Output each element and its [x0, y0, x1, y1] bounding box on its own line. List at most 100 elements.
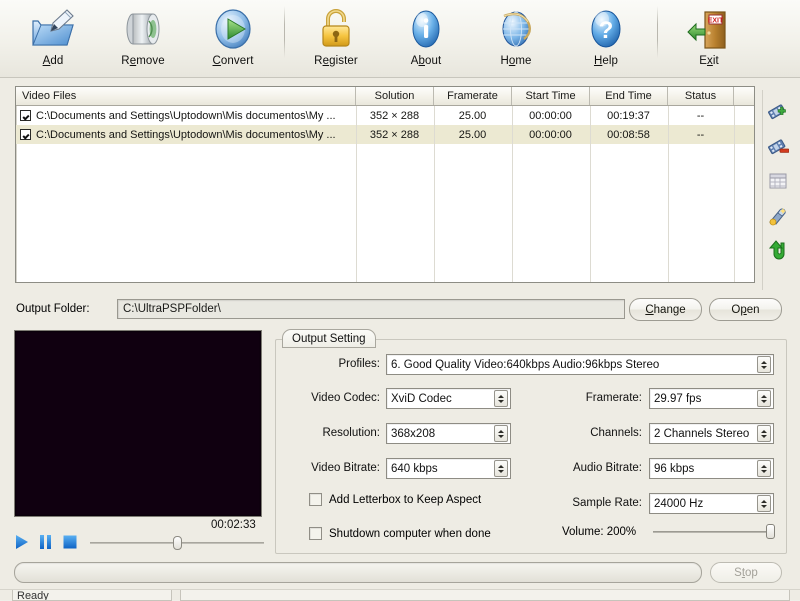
- row-file-name-cell: C:\Documents and Settings\Uptodown\Mis d…: [16, 106, 356, 125]
- grid-view-icon[interactable]: [766, 169, 790, 193]
- svg-text:?: ?: [599, 17, 614, 44]
- column-header-framerate[interactable]: Framerate: [434, 87, 512, 105]
- exit-door-icon: EXIT: [685, 5, 733, 53]
- resolution-select[interactable]: 368x208: [386, 423, 511, 444]
- letterbox-checkbox[interactable]: [309, 493, 322, 506]
- framerate-spinner[interactable]: [757, 390, 771, 407]
- video-codec-select[interactable]: XviD Codec: [386, 388, 511, 409]
- toolbar-home-label: Home: [500, 55, 532, 67]
- output-folder-path-field[interactable]: C:\UltraPSPFolder\: [117, 299, 625, 319]
- video-bitrate-label: Video Bitrate:: [311, 462, 380, 474]
- list-header: Video Files Solution Framerate Start Tim…: [16, 87, 754, 106]
- toolbar-about[interactable]: About: [381, 0, 471, 74]
- row-status: --: [696, 109, 705, 122]
- row-checkbox[interactable]: [20, 110, 31, 121]
- framerate-select[interactable]: 29.97 fps: [649, 388, 774, 409]
- toolbar-exit[interactable]: EXIT Exit: [664, 0, 754, 74]
- shutdown-label: Shutdown computer when done: [329, 527, 491, 540]
- profiles-select[interactable]: 6. Good Quality Video:640kbps Audio:96kb…: [386, 354, 774, 375]
- audio-bitrate-value: 96 kbps: [654, 462, 695, 475]
- toolbar-home[interactable]: Home: [471, 0, 561, 74]
- video-bitrate-spinner[interactable]: [494, 460, 508, 477]
- add-clip-icon[interactable]: [766, 99, 790, 123]
- preview-seek-slider[interactable]: [90, 535, 264, 551]
- letterbox-checkbox-row[interactable]: Add Letterbox to Keep Aspect: [309, 493, 481, 506]
- column-header-video-files[interactable]: Video Files: [16, 87, 356, 105]
- pause-icon[interactable]: [38, 534, 53, 553]
- volume-thumb[interactable]: [766, 524, 775, 539]
- framerate-label: Framerate:: [585, 392, 642, 404]
- preview-controls: [14, 533, 264, 553]
- sample-rate-value: 24000 Hz: [654, 497, 704, 510]
- sample-rate-spinner[interactable]: [757, 495, 771, 512]
- column-header-solution[interactable]: Solution: [356, 87, 434, 105]
- toolbar-help-label: Help: [593, 55, 619, 67]
- toolbar-exit-label: Exit: [699, 55, 719, 67]
- row-end-time: 00:08:58: [607, 128, 650, 141]
- merge-arrow-icon[interactable]: [766, 239, 790, 263]
- channels-label: Channels:: [590, 427, 642, 439]
- row-status: --: [696, 128, 705, 141]
- change-folder-button[interactable]: Change: [629, 298, 702, 321]
- info-icon: [402, 5, 450, 53]
- channels-value: 2 Channels Stereo: [654, 427, 750, 440]
- output-setting-title: Output Setting: [282, 329, 376, 348]
- main-toolbar: Add Remove Convert Register About Home ?…: [0, 0, 800, 78]
- sample-rate-select[interactable]: 24000 Hz: [649, 493, 774, 514]
- toolbar-convert[interactable]: Convert: [188, 0, 278, 74]
- play-icon[interactable]: [14, 534, 29, 553]
- wizard-icon[interactable]: [766, 204, 790, 228]
- change-folder-label: Change: [645, 303, 686, 316]
- audio-bitrate-spinner[interactable]: [757, 460, 771, 477]
- channels-spinner[interactable]: [757, 425, 771, 442]
- video-bitrate-select[interactable]: 640 kbps: [386, 458, 511, 479]
- video-preview[interactable]: [14, 330, 262, 517]
- audio-bitrate-label: Audio Bitrate:: [572, 462, 642, 474]
- video-codec-spinner[interactable]: [494, 390, 508, 407]
- row-solution: 352 × 288: [369, 128, 420, 141]
- preview-time: 00:02:33: [211, 519, 256, 531]
- table-row[interactable]: C:\Documents and Settings\Uptodown\Mis d…: [16, 106, 754, 125]
- seek-thumb[interactable]: [173, 536, 182, 550]
- open-folder-button[interactable]: Open: [709, 298, 782, 321]
- volume-slider[interactable]: [653, 524, 775, 540]
- toolbar-register[interactable]: Register: [291, 0, 381, 74]
- stop-conversion-button[interactable]: Stop: [710, 562, 782, 583]
- toolbar-separator: [284, 6, 285, 58]
- status-bar: Ready: [0, 589, 800, 601]
- row-filler: [734, 106, 754, 125]
- audio-bitrate-select[interactable]: 96 kbps: [649, 458, 774, 479]
- column-header-status[interactable]: Status: [668, 87, 734, 105]
- resolution-spinner[interactable]: [494, 425, 508, 442]
- shutdown-checkbox-row[interactable]: Shutdown computer when done: [309, 527, 491, 540]
- video-files-list[interactable]: Video Files Solution Framerate Start Tim…: [15, 86, 755, 283]
- table-row[interactable]: C:\Documents and Settings\Uptodown\Mis d…: [16, 125, 754, 144]
- remove-clip-icon[interactable]: [766, 134, 790, 158]
- profiles-spinner[interactable]: [757, 356, 771, 373]
- row-checkbox[interactable]: [20, 129, 31, 140]
- status-bar-right: [180, 590, 790, 601]
- channels-select[interactable]: 2 Channels Stereo: [649, 423, 774, 444]
- toolbar-help[interactable]: ? Help: [561, 0, 651, 74]
- toolbar-about-label: About: [410, 55, 442, 67]
- video-bitrate-value: 640 kbps: [391, 462, 438, 475]
- remove-icon: [119, 5, 167, 53]
- shutdown-checkbox[interactable]: [309, 527, 322, 540]
- row-file-path: C:\Documents and Settings\Uptodown\Mis d…: [36, 109, 336, 122]
- letterbox-label: Add Letterbox to Keep Aspect: [329, 493, 482, 506]
- toolbar-add[interactable]: Add: [8, 0, 98, 74]
- sample-rate-label: Sample Rate:: [572, 497, 642, 509]
- toolbar-remove-label: Remove: [121, 55, 165, 67]
- column-header-end-time[interactable]: End Time: [590, 87, 668, 105]
- open-folder-label: Open: [731, 303, 760, 316]
- status-bar-left: Ready: [12, 590, 172, 601]
- row-filler: [734, 125, 754, 144]
- list-side-toolbar: [760, 95, 796, 285]
- profiles-value: 6. Good Quality Video:640kbps Audio:96kb…: [391, 358, 660, 371]
- column-header-start-time[interactable]: Start Time: [512, 87, 590, 105]
- stop-icon[interactable]: [62, 534, 77, 553]
- question-icon: ?: [582, 5, 630, 53]
- toolbar-remove[interactable]: Remove: [98, 0, 188, 74]
- convert-play-icon: [209, 5, 257, 53]
- video-codec-value: XviD Codec: [391, 392, 452, 405]
